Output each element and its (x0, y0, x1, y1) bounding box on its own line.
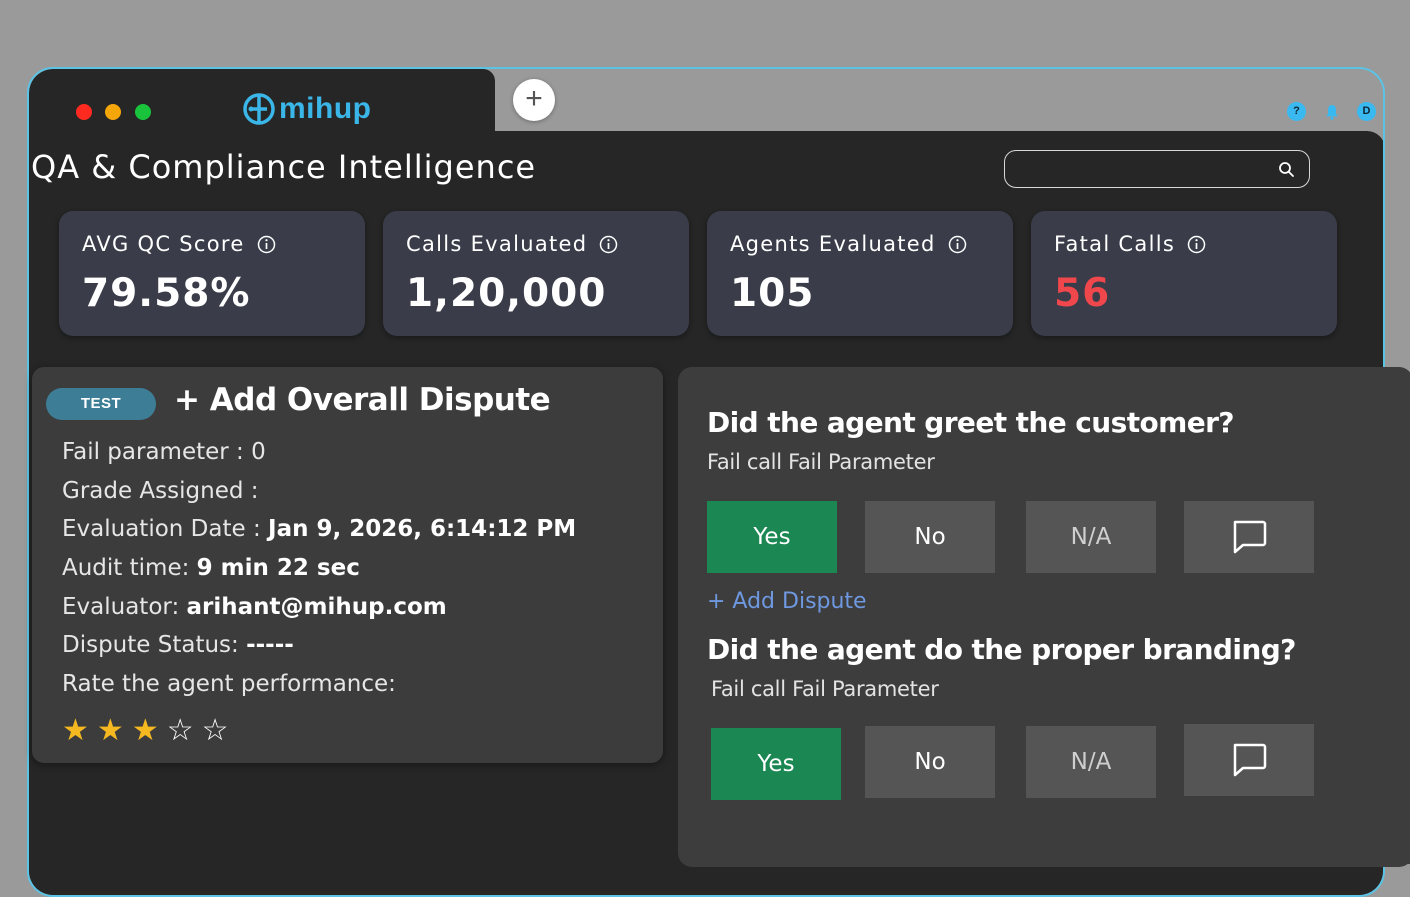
search-box[interactable] (1004, 150, 1310, 188)
kpi-value: 1,20,000 (406, 271, 607, 316)
test-badge: TEST (46, 388, 156, 420)
question-subtitle: Fail call Fail Parameter (711, 677, 939, 701)
info-icon[interactable] (948, 235, 967, 254)
option-yes-button[interactable]: Yes (711, 728, 841, 800)
option-na-button[interactable]: N/A (1026, 501, 1156, 573)
header-actions: ? D (1287, 102, 1376, 121)
minimize-window-dot[interactable] (105, 104, 121, 120)
evaluation-card: TEST + Add Overall Dispute Fail paramete… (32, 367, 663, 763)
option-no-button[interactable]: No (865, 501, 995, 573)
comment-button[interactable] (1184, 501, 1314, 573)
row-label: Fail parameter : 0 (62, 439, 266, 465)
option-yes-button[interactable]: Yes (707, 501, 837, 573)
kpi-value: 105 (730, 271, 815, 316)
close-window-dot[interactable] (76, 104, 92, 120)
row-value: Jan 9, 2026, 6:14:12 PM (268, 516, 577, 542)
grade-assigned-row: Grade Assigned : (62, 478, 259, 504)
bell-icon[interactable] (1322, 102, 1341, 121)
kpi-label: AVG QC Score (82, 232, 245, 256)
row-value: 9 min 22 sec (196, 555, 360, 581)
mihup-logo-icon (243, 93, 275, 125)
add-dispute-link[interactable]: + Add Dispute (707, 589, 867, 614)
fail-parameter-row: Fail parameter : 0 (62, 439, 266, 465)
help-icon[interactable]: ? (1287, 102, 1306, 121)
question-title: Did the agent do the proper branding? (707, 633, 1296, 666)
questions-panel-edge (1383, 435, 1410, 864)
kpi-fatal-calls: Fatal Calls 56 (1031, 211, 1337, 336)
kpi-avg-qc-score: AVG QC Score 79.58% (59, 211, 365, 336)
rate-performance-row: Rate the agent performance: (62, 671, 396, 697)
row-label: Evaluator: (62, 594, 187, 620)
brand-name: mihup (279, 92, 372, 125)
comment-icon (1233, 743, 1267, 777)
new-tab-button[interactable]: + (513, 79, 555, 121)
star-empty-icon[interactable]: ☆ (167, 716, 194, 746)
kpi-label: Calls Evaluated (406, 232, 588, 256)
page-title: QA & Compliance Intelligence (31, 148, 537, 186)
row-label: Grade Assigned : (62, 478, 259, 504)
evaluator-row: Evaluator: arihant@mihup.com (62, 594, 447, 620)
audit-time-row: Audit time: 9 min 22 sec (62, 555, 360, 581)
question-subtitle: Fail call Fail Parameter (707, 450, 935, 474)
kpi-value: 79.58% (82, 271, 251, 316)
mihup-logo: mihup (242, 92, 372, 126)
star-filled-icon[interactable]: ★ (97, 716, 124, 746)
search-input[interactable] (1017, 157, 1271, 183)
info-icon[interactable] (1187, 235, 1206, 254)
kpi-agents-evaluated: Agents Evaluated 105 (707, 211, 1013, 336)
dispute-status-row: Dispute Status: ----- (62, 632, 294, 658)
star-filled-icon[interactable]: ★ (132, 716, 159, 746)
star-filled-icon[interactable]: ★ (62, 716, 89, 746)
maximize-window-dot[interactable] (135, 104, 151, 120)
row-value: arihant@mihup.com (186, 594, 447, 620)
star-rating[interactable]: ★ ★ ★ ☆ ☆ (62, 716, 229, 746)
questions-panel: Did the agent greet the customer? Fail c… (678, 367, 1410, 867)
option-no-button[interactable]: No (865, 726, 995, 798)
kpi-calls-evaluated: Calls Evaluated 1,20,000 (383, 211, 689, 336)
evaluation-date-row: Evaluation Date : Jan 9, 2026, 6:14:12 P… (62, 516, 576, 542)
comment-icon (1233, 520, 1267, 554)
kpi-value: 56 (1054, 271, 1111, 316)
add-overall-dispute-button[interactable]: + Add Overall Dispute (174, 382, 551, 418)
kpi-label: Fatal Calls (1054, 232, 1176, 256)
question-title: Did the agent greet the customer? (707, 406, 1235, 439)
info-icon[interactable] (257, 235, 276, 254)
comment-button[interactable] (1184, 724, 1314, 796)
row-label: Rate the agent performance: (62, 671, 396, 697)
kpi-label: Agents Evaluated (730, 232, 936, 256)
row-label: Evaluation Date : (62, 516, 269, 542)
info-icon[interactable] (599, 235, 618, 254)
user-avatar[interactable]: D (1357, 102, 1376, 121)
row-value: ----- (246, 632, 294, 658)
star-empty-icon[interactable]: ☆ (202, 716, 229, 746)
row-label: Dispute Status: (62, 632, 247, 658)
row-label: Audit time: (62, 555, 197, 581)
search-icon[interactable] (1278, 161, 1295, 183)
option-na-button[interactable]: N/A (1026, 726, 1156, 798)
